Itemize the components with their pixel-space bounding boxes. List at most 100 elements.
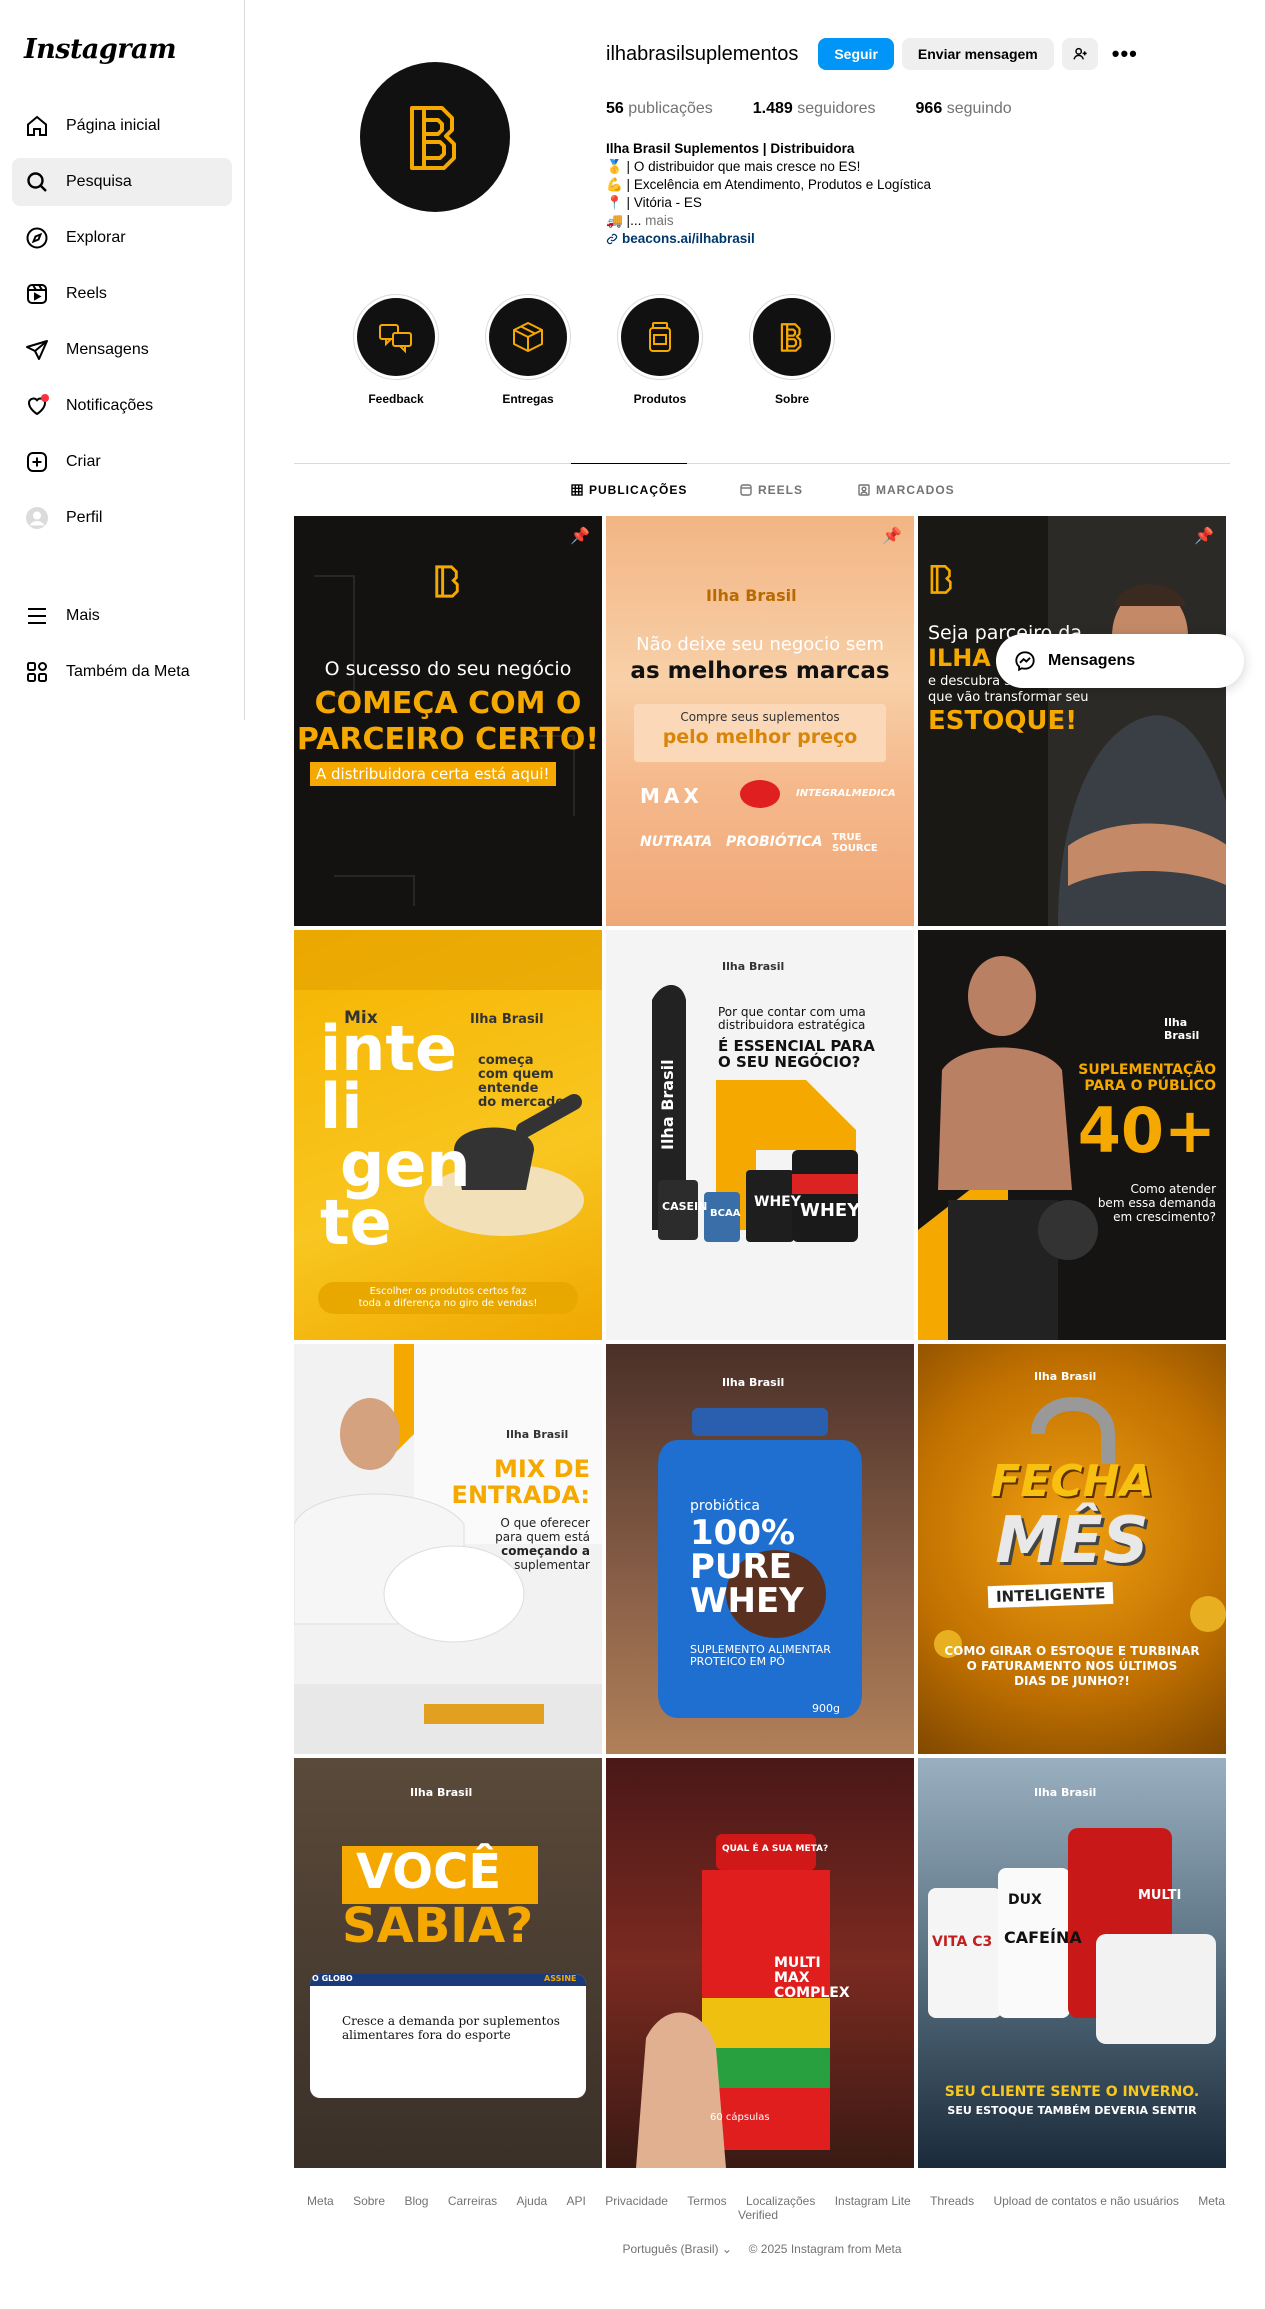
sidebar-item-notifications[interactable]: Notificações (12, 382, 232, 430)
bio-line-truncated: 🚚 |... mais (606, 213, 674, 228)
following-count[interactable]: 966 seguindo (916, 100, 1012, 118)
ilha-brasil-logo-icon (410, 106, 456, 170)
profile-avatar[interactable] (360, 62, 510, 212)
footer-bottom: Português (Brasil) ⌄ © 2025 Instagram fr… (294, 2242, 1230, 2256)
more-options-icon[interactable]: ••• (1112, 41, 1138, 67)
post-text: COMEÇA COM O (314, 686, 582, 721)
profile-stats: 56 publicações 1.489 seguidores 966 segu… (606, 100, 1052, 118)
post-text: que vão transformar seu (928, 690, 1089, 705)
post-tile[interactable]: Ilha Brasil Por que contar com uma distri… (606, 930, 914, 1340)
footer-link[interactable]: Localizações (746, 2194, 815, 2208)
post-text: Ilha Brasil (410, 1786, 473, 1799)
post-text: SUPLEMENTO ALIMENTAR PROTEICO EM PÓ (690, 1643, 831, 1668)
post-tile[interactable]: 📌 Seja parceiro da ILHA e descubra se qu… (918, 516, 1226, 926)
messenger-icon (1015, 651, 1035, 672)
profile-tabs: PUBLICAÇÕES REELS MARCADOS (294, 463, 1230, 515)
footer-link[interactable]: Blog (404, 2194, 428, 2208)
post-text: SEU CLIENTE SENTE O INVERNO. (944, 2084, 1200, 2100)
post-text: as melhores marcas (630, 658, 890, 684)
post-text: A distribuidora certa está aqui! (310, 762, 556, 786)
post-tile[interactable]: 📌 Ilha Brasil Não deixe seu negocio sem … (606, 516, 914, 926)
tab-publicacoes[interactable]: PUBLICAÇÕES (571, 463, 688, 515)
meta-apps-icon (24, 659, 50, 685)
post-text: Escolher os produtos certos faz toda a di… (358, 1286, 538, 1309)
profile-username[interactable]: ilhabrasilsuplementos (606, 43, 798, 66)
footer-link[interactable]: Carreiras (448, 2194, 497, 2208)
home-icon (24, 113, 50, 139)
reels-icon (24, 281, 50, 307)
post-text: Não deixe seu negocio sem (636, 634, 884, 655)
footer-link[interactable]: Ajuda (517, 2194, 548, 2208)
highlight-sobre[interactable]: Sobre (726, 294, 858, 406)
footer-link[interactable]: Termos (687, 2194, 726, 2208)
highlight-produtos[interactable]: Produtos (594, 294, 726, 406)
footer-link[interactable]: Threads (930, 2194, 974, 2208)
post-tile[interactable]: Ilha Brasil MIX DE ENTRADA: O que oferece… (294, 1344, 602, 1754)
sidebar-item-reels[interactable]: Reels (12, 270, 232, 318)
sidebar-item-messages[interactable]: Mensagens (12, 326, 232, 374)
footer-link[interactable]: Upload de contatos e não usuários (993, 2194, 1178, 2208)
post-text: ASSINE (544, 1974, 577, 1983)
sidebar-item-meta[interactable]: Também da Meta (12, 648, 232, 696)
highlight-label: Feedback (368, 392, 424, 406)
post-text: WHEY (800, 1200, 861, 1221)
story-highlights: Feedback Entregas Produtos Sobre (330, 294, 858, 406)
sidebar-item-profile[interactable]: Perfil (12, 494, 232, 542)
post-text: Ilha Brasil (658, 1059, 677, 1150)
post-tile[interactable]: Ilha Brasil SUPLEMENTAÇÃO PARA O PÚBLICO … (918, 930, 1226, 1340)
post-text: começa com quem entende do mercado (478, 1053, 565, 1110)
footer: Meta Sobre Blog Carreiras Ajuda API Priv… (294, 2194, 1230, 2256)
footer-link[interactable]: Meta (307, 2194, 334, 2208)
post-text: VOCÊ (356, 1844, 502, 1900)
post-text: 60 cápsulas (710, 2112, 770, 2123)
post-text: te (320, 1186, 392, 1259)
bio-line: 💪 | Excelência em Atendimento, Produtos … (606, 177, 931, 192)
post-text: INTEGRALMEDICA (796, 788, 896, 799)
post-tile[interactable]: Ilha Brasil probiótica 100% PURE WHEY SUPL… (606, 1344, 914, 1754)
post-text: O que oferecer para quem está começando as… (495, 1516, 590, 1572)
bio-more-link[interactable]: mais (645, 213, 674, 228)
post-tile[interactable]: Ilha Brasil FECHA MÊS INTELIGENTE COMO G… (918, 1344, 1226, 1754)
highlight-label: Produtos (633, 392, 687, 406)
post-tile[interactable]: QUAL É A SUA META? MULTI MAX COMPLEX 60 cá… (606, 1758, 914, 2168)
sidebar-item-explore[interactable]: Explorar (12, 214, 232, 262)
profile-header-row: ilhabrasilsuplementos Seguir Enviar mens… (606, 38, 1138, 70)
post-text: VITA C3 (932, 1934, 993, 1950)
post-text: Ilha Brasil (722, 1376, 785, 1389)
tab-marcados[interactable]: MARCADOS (858, 464, 955, 516)
post-text: FECHA (990, 1456, 1154, 1507)
tagged-icon (858, 484, 870, 496)
sidebar-item-more[interactable]: Mais (12, 592, 232, 640)
post-text: CAFEÍNA (1004, 1928, 1082, 1947)
highlight-feedback[interactable]: Feedback (330, 294, 462, 406)
bio-link[interactable]: beacons.ai/ilhabrasil (606, 230, 1006, 248)
post-tile[interactable]: Ilha Brasil VOCÊ SABIA? O GLOBO ASSINE C… (294, 1758, 602, 2168)
footer-link[interactable]: Sobre (353, 2194, 385, 2208)
post-text: TRUE SOURCE (832, 832, 878, 854)
post-text: Ilha Brasil (1034, 1786, 1097, 1799)
suggested-accounts-button[interactable] (1061, 38, 1098, 70)
sidebar-bottom: Mais Também da Meta (12, 592, 232, 704)
post-text: É ESSENCIAL PARA O SEU NEGÓCIO? (718, 1037, 875, 1071)
send-message-button[interactable]: Enviar mensagem (901, 38, 1054, 70)
language-selector[interactable]: Português (Brasil) ⌄ (622, 2242, 731, 2256)
footer-link[interactable]: Privacidade (605, 2194, 668, 2208)
instagram-logo[interactable]: Instagram (24, 34, 177, 65)
messages-label: Mensagens (1048, 652, 1136, 669)
footer-link[interactable]: Instagram Lite (835, 2194, 911, 2208)
tab-reels[interactable]: REELS (740, 464, 803, 516)
notification-dot (41, 394, 49, 402)
post-tile[interactable]: Mix inte li gen te Ilha Brasil começa com… (294, 930, 602, 1340)
follow-button[interactable]: Seguir (818, 38, 894, 70)
highlight-entregas[interactable]: Entregas (462, 294, 594, 406)
footer-link[interactable]: API (567, 2194, 586, 2208)
post-text: pelo melhor preço (662, 726, 858, 748)
sidebar-item-search[interactable]: Pesquisa (12, 158, 232, 206)
post-tile[interactable]: Ilha Brasil VITA C3 DUX CAFEÍNA MULTI SE… (918, 1758, 1226, 2168)
followers-count[interactable]: 1.489 seguidores (753, 100, 876, 118)
sidebar-item-home[interactable]: Página inicial (12, 102, 232, 150)
sidebar-item-create[interactable]: Criar (12, 438, 232, 486)
post-tile[interactable]: 📌 O sucesso do seu negócio COMEÇA COM O … (294, 516, 602, 926)
reels-icon (740, 484, 752, 496)
messages-floating-button[interactable]: Mensagens (996, 634, 1244, 688)
